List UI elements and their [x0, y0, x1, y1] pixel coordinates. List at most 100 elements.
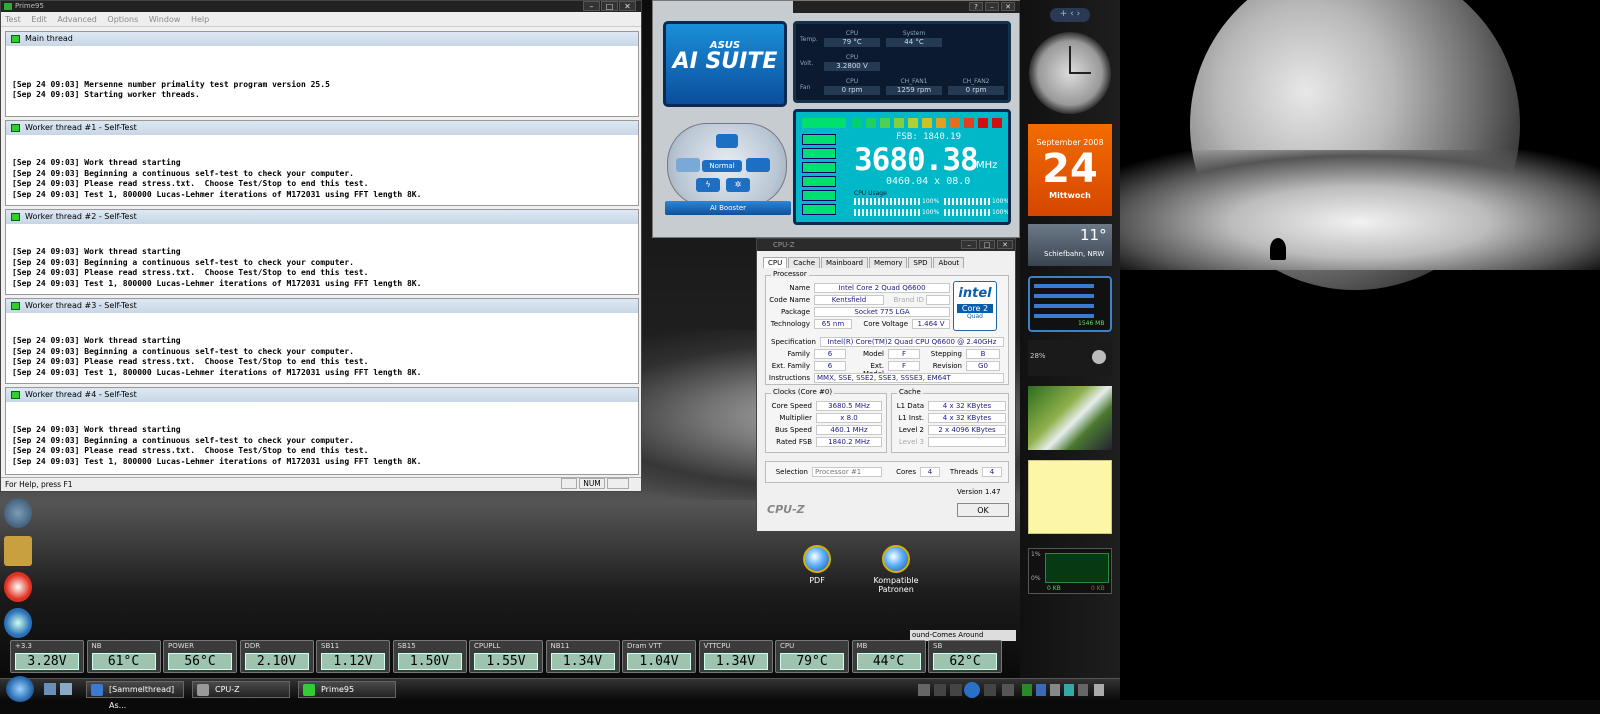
main-thread-pane[interactable]: Main thread [Sep 24 09:03] Mersenne numbe… [5, 31, 639, 117]
monitor-row-volt: Volt. CPU 3.2800 V [798, 52, 1008, 74]
sensor-gadget[interactable]: NB 61°C [86, 640, 161, 673]
taskbar-item-label: Prime95 [321, 685, 355, 694]
mode-left-icon[interactable] [676, 158, 700, 172]
tab-cpu[interactable]: CPU [763, 257, 788, 268]
sensor-gadget[interactable]: Dram VTT 1.04V [622, 640, 696, 673]
log-line: [Sep 24 09:03] Please read stress.txt. C… [12, 446, 369, 455]
tray-app-icon[interactable] [1064, 684, 1074, 696]
tab-about[interactable]: About [933, 257, 965, 268]
calendar-gadget[interactable]: September 2008 24 Mittwoch [1028, 124, 1112, 216]
sensor-gadget[interactable]: POWER 56°C [163, 640, 237, 673]
load-segment [908, 118, 918, 128]
sensor-gadget[interactable]: CPUPLL 1.55V [469, 640, 543, 673]
menu-test[interactable]: Test [1, 13, 25, 26]
network-meter-gadget[interactable]: 1% 0% 0 KB 0 KB [1028, 548, 1112, 594]
worker-thread-pane[interactable]: Worker thread #3 - Self-Test [Sep 24 09:0… [5, 298, 639, 384]
tab-spd[interactable]: SPD [908, 257, 933, 268]
pause-icon[interactable] [964, 682, 980, 698]
close-button[interactable]: ✕ [619, 1, 636, 11]
pane-log: [Sep 24 09:03] Mersenne number primality… [6, 46, 638, 103]
fan-icon[interactable]: ✲ [726, 178, 750, 192]
worker-thread-pane[interactable]: Worker thread #1 - Self-Test [Sep 24 09:0… [5, 120, 639, 206]
menu-help[interactable]: Help [187, 13, 213, 26]
tray-app-icon[interactable] [1022, 684, 1032, 696]
clock-gadget[interactable] [1029, 32, 1111, 114]
weather-gadget[interactable]: 11° Schiefbahn, NRW [1028, 224, 1112, 266]
sensor-gadget[interactable]: DDR 2.10V [239, 640, 314, 673]
sensor-gadget[interactable]: SB11 1.12V [316, 640, 390, 673]
sensor-gadget[interactable]: CPU 79°C [775, 640, 849, 673]
ok-button[interactable]: OK [957, 503, 1009, 517]
processor-select[interactable]: Processor #1 [812, 467, 882, 477]
app-launcher-icon[interactable] [4, 572, 32, 602]
level-3 [928, 437, 1006, 447]
desktop-icon-pdf[interactable]: PDF [787, 545, 847, 585]
log-line: [Sep 24 09:03] Please read stress.txt. C… [12, 357, 369, 366]
menu-advanced[interactable]: Advanced [53, 13, 101, 26]
notes-gadget[interactable] [1028, 460, 1112, 534]
level-bar [802, 148, 836, 159]
minimize-button[interactable]: – [985, 2, 999, 11]
worker-thread-pane[interactable]: Worker thread #4 - Self-Test [Sep 24 09:0… [5, 387, 639, 475]
next-icon[interactable] [984, 684, 996, 696]
sensor-gadget[interactable]: NB11 1.34V [545, 640, 620, 673]
sensor-gadget[interactable]: SB15 1.50V [392, 640, 467, 673]
tray-app-icon[interactable] [1050, 684, 1060, 696]
volume-icon[interactable] [1002, 684, 1014, 696]
maximize-button[interactable]: □ [979, 240, 995, 249]
network-tray-icon[interactable] [1078, 684, 1088, 696]
minimize-button[interactable]: – [583, 1, 600, 11]
tab-cache[interactable]: Cache [788, 257, 821, 268]
volume-gadget[interactable]: 28% [1028, 340, 1112, 376]
maximize-button[interactable]: □ [601, 1, 618, 11]
stop-icon[interactable] [934, 684, 946, 696]
cpu-meter-gadget[interactable]: 1546 MB [1028, 276, 1112, 332]
user-icon[interactable] [746, 158, 770, 172]
mode-normal-button[interactable]: Normal [702, 160, 742, 172]
hardware-monitor-panel: Temp. CPU 79 °C System 44 °C Volt. CPU 3.28… [793, 21, 1011, 103]
pane-log: [Sep 24 09:03] Work thread starting [Sep … [6, 313, 638, 380]
help-button[interactable]: ? [969, 2, 983, 11]
start-button[interactable] [6, 676, 34, 702]
tray-app-icon[interactable] [1094, 684, 1104, 696]
menu-window[interactable]: Window [145, 13, 185, 26]
worker-thread-pane[interactable]: Worker thread #2 - Self-Test [Sep 24 09:0… [5, 209, 639, 295]
sensor-gadget[interactable]: VTTCPU 1.34V [698, 640, 773, 673]
taskbar-item-browser[interactable]: [Sammelthread] As... [86, 681, 184, 710]
media-icon[interactable] [4, 608, 32, 638]
close-button[interactable]: ✕ [1001, 2, 1015, 11]
slideshow-gadget[interactable] [1028, 386, 1112, 450]
tab-memory[interactable]: Memory [868, 257, 908, 268]
menu-options[interactable]: Options [103, 13, 142, 26]
folder-icon[interactable] [4, 536, 32, 566]
thread-icon [11, 35, 20, 43]
sensor-name: NB11 [550, 642, 570, 650]
show-desktop-icon[interactable] [44, 683, 56, 695]
volume-knob-icon[interactable] [1092, 350, 1106, 364]
field-label: Level 2 [898, 426, 924, 434]
cpu-usage-bar [944, 209, 990, 216]
taskbar-item-prime95[interactable]: Prime95 [298, 681, 396, 698]
minimize-button[interactable]: – [961, 240, 977, 249]
close-button[interactable]: ✕ [997, 240, 1013, 249]
ai-booster-button[interactable]: AI Booster [665, 201, 791, 215]
sensor-gadget[interactable]: MB 44°C [851, 640, 926, 673]
desktop-icon-patronen[interactable]: Kompatible Patronen [856, 545, 936, 594]
lightning-icon[interactable]: ϟ [696, 178, 720, 192]
sensor-gadget[interactable]: SB 62°C [928, 640, 1002, 673]
recycle-bin-icon[interactable] [4, 498, 32, 528]
tab-mainboard[interactable]: Mainboard [821, 257, 868, 268]
sidebar-add-gadget-button[interactable]: + ‹ › [1050, 8, 1090, 22]
tray-app-icon[interactable] [1036, 684, 1046, 696]
switch-windows-icon[interactable] [60, 683, 72, 695]
monitor-mode-icon[interactable] [716, 134, 738, 148]
menu-edit[interactable]: Edit [27, 13, 51, 26]
tray-icon[interactable] [918, 684, 930, 696]
taskbar-item-cpuz[interactable]: CPU-Z [192, 681, 290, 698]
sensor-gadget[interactable]: +3.3 3.28V [10, 640, 84, 673]
previous-icon[interactable] [950, 684, 962, 696]
